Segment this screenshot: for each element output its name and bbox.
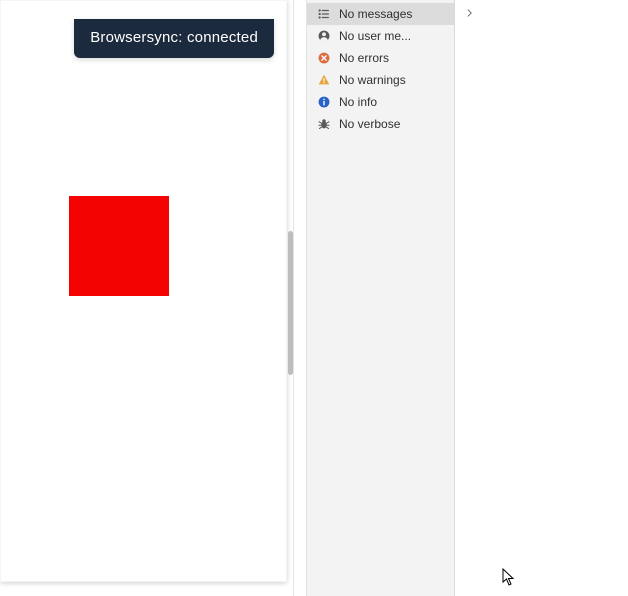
user-icon [317,29,331,43]
page-content-red-square [69,196,169,296]
bug-icon [317,117,331,131]
sidebar-item-label: No info [339,95,377,109]
panel-splitter[interactable] [293,0,307,596]
list-icon [317,7,331,21]
sidebar-item-warnings[interactable]: No warnings [307,69,454,91]
sidebar-item-messages[interactable]: No messages [307,3,454,25]
browser-preview-panel: Browsersync: connected [0,0,287,582]
mouse-cursor-icon [502,568,516,586]
chevron-right-icon[interactable] [463,6,477,20]
notification-text: Browsersync: connected [90,29,258,46]
preview-scrollbar[interactable] [286,1,294,581]
error-icon [317,51,331,65]
browsersync-notification: Browsersync: connected [74,19,274,58]
sidebar-item-label: No warnings [339,73,406,87]
console-output-panel [455,0,628,596]
sidebar-item-errors[interactable]: No errors [307,47,454,69]
warning-icon [317,73,331,87]
sidebar-item-user-messages[interactable]: No user me... [307,25,454,47]
preview-scrollbar-thumb[interactable] [288,231,293,375]
console-sidebar: No messages No user me... No errors [307,0,455,596]
info-icon [317,95,331,109]
sidebar-item-label: No errors [339,51,389,65]
sidebar-item-verbose[interactable]: No verbose [307,113,454,135]
sidebar-item-info[interactable]: No info [307,91,454,113]
sidebar-item-label: No verbose [339,117,400,131]
sidebar-item-label: No user me... [339,29,411,43]
sidebar-item-label: No messages [339,7,412,21]
